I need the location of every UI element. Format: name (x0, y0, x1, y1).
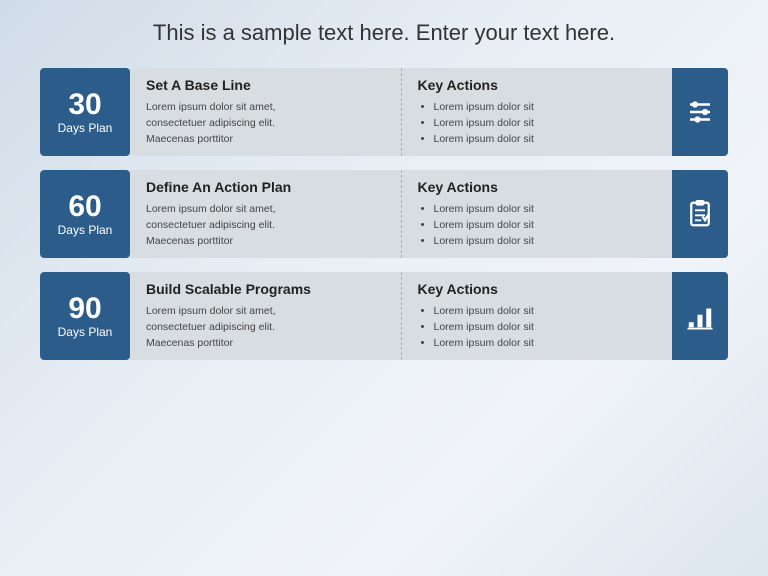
plan-right-title-30: Key Actions (418, 77, 657, 93)
plan-row-90: 90Days Plan Build Scalable Programs Lorem … (40, 272, 728, 360)
plan-row-30: 30Days Plan Set A Base Line Lorem ipsum do… (40, 68, 728, 156)
plan-right-item-90-0: Lorem ipsum dolor sit (434, 303, 657, 319)
plan-icon-30 (672, 68, 728, 156)
plan-label-90: Days Plan (58, 325, 113, 339)
plans-container: 30Days PlanSet A Base LineLorem ipsum do… (40, 68, 728, 360)
plan-right-list-90: Lorem ipsum dolor sitLorem ipsum dolor s… (418, 303, 657, 352)
plan-badge-90: 90Days Plan (40, 272, 130, 360)
plan-left-body-60: Lorem ipsum dolor sit amet, consectetuer… (146, 201, 385, 250)
plan-right-60: Key ActionsLorem ipsum dolor sitLorem ip… (402, 170, 673, 258)
plan-right-item-30-1: Lorem ipsum dolor sit (434, 115, 657, 131)
plan-icon-60 (672, 170, 728, 258)
plan-badge-60: 60Days Plan (40, 170, 130, 258)
plan-left-90: Build Scalable Programs Lorem ipsum dolor… (130, 272, 402, 360)
plan-label-30: Days Plan (58, 121, 113, 135)
plan-left-body-30: Lorem ipsum dolor sit amet, consectetuer… (146, 99, 385, 148)
plan-left-title-30: Set A Base Line (146, 77, 385, 93)
plan-right-90: Key ActionsLorem ipsum dolor sitLorem ip… (402, 272, 673, 360)
page-title: This is a sample text here. Enter your t… (153, 20, 615, 46)
plan-left-title-60: Define An Action Plan (146, 179, 385, 195)
plan-right-item-60-1: Lorem ipsum dolor sit (434, 217, 657, 233)
plan-right-list-60: Lorem ipsum dolor sitLorem ipsum dolor s… (418, 201, 657, 250)
plan-row-60: 60Days Plan Define An Action Plan Lorem ip… (40, 170, 728, 258)
plan-right-item-60-2: Lorem ipsum dolor sit (434, 233, 657, 249)
plan-number-30: 30 (68, 88, 101, 121)
plan-content-90: Build Scalable Programs Lorem ipsum dolor… (130, 272, 672, 360)
plan-right-item-30-0: Lorem ipsum dolor sit (434, 99, 657, 115)
plan-label-60: Days Plan (58, 223, 113, 237)
plan-right-title-90: Key Actions (418, 281, 657, 297)
plan-badge-30: 30Days Plan (40, 68, 130, 156)
plan-right-item-30-2: Lorem ipsum dolor sit (434, 131, 657, 147)
plan-left-60: Define An Action Plan Lorem ipsum dolor s… (130, 170, 402, 258)
plan-right-item-90-1: Lorem ipsum dolor sit (434, 319, 657, 335)
plan-left-title-90: Build Scalable Programs (146, 281, 385, 297)
plan-right-title-60: Key Actions (418, 179, 657, 195)
plan-right-item-90-2: Lorem ipsum dolor sit (434, 335, 657, 351)
plan-left-30: Set A Base Line Lorem ipsum dolor sit ame… (130, 68, 402, 156)
plan-right-30: Key ActionsLorem ipsum dolor sitLorem ip… (402, 68, 673, 156)
plan-number-90: 90 (68, 292, 101, 325)
plan-right-list-30: Lorem ipsum dolor sitLorem ipsum dolor s… (418, 99, 657, 148)
plan-icon-90 (672, 272, 728, 360)
plan-number-60: 60 (68, 190, 101, 223)
plan-content-60: Define An Action Plan Lorem ipsum dolor s… (130, 170, 672, 258)
plan-content-30: Set A Base Line Lorem ipsum dolor sit ame… (130, 68, 672, 156)
plan-right-item-60-0: Lorem ipsum dolor sit (434, 201, 657, 217)
plan-left-body-90: Lorem ipsum dolor sit amet, consectetuer… (146, 303, 385, 352)
